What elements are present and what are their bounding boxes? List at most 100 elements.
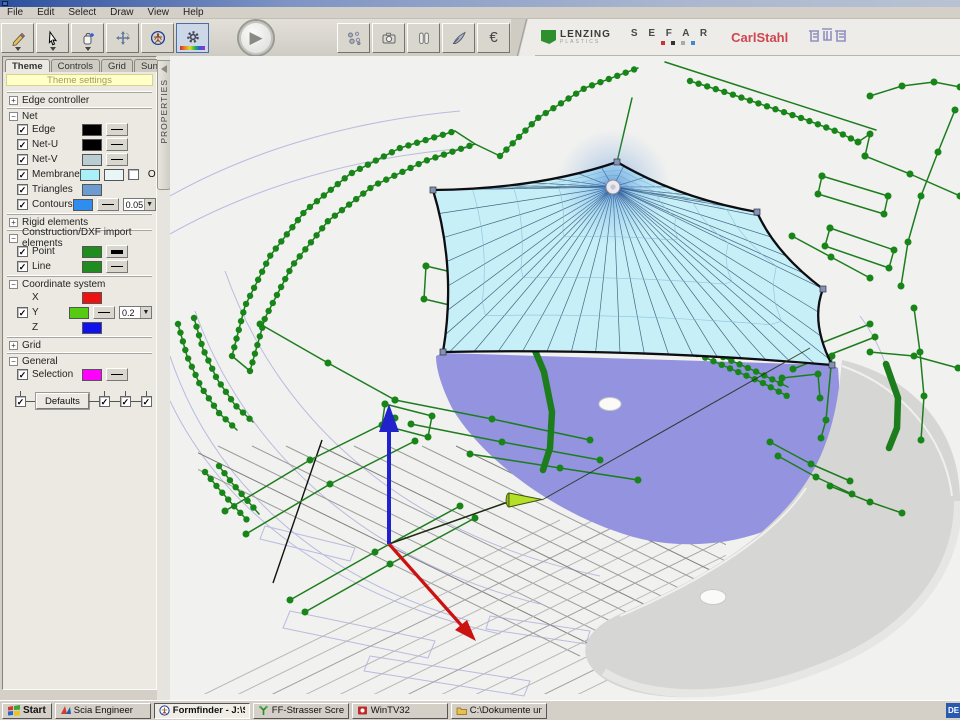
toolbar-slant-divider <box>511 19 535 56</box>
checkbox[interactable]: ✓ <box>141 396 152 407</box>
row-label: Z <box>32 322 82 333</box>
dropdown-arrow-icon[interactable] <box>85 47 91 51</box>
tab-controls[interactable]: Controls <box>51 59 100 72</box>
row-label: Net-U <box>32 139 82 150</box>
start-button[interactable]: Start <box>2 703 52 719</box>
color-swatch[interactable] <box>82 184 102 196</box>
dropdown-arrow-icon[interactable] <box>15 47 21 51</box>
select-tool-button[interactable] <box>36 23 69 53</box>
points-tool-button[interactable] <box>337 23 370 53</box>
line-style-button[interactable] <box>106 153 128 166</box>
color-swatch[interactable] <box>82 369 102 381</box>
checkbox[interactable]: ✓ <box>17 184 28 195</box>
task-wintv[interactable]: WinTV32 <box>352 703 448 719</box>
play-button[interactable]: ▶ <box>237 19 275 57</box>
expander-icon[interactable]: + <box>9 341 18 350</box>
line-style-button[interactable] <box>106 368 128 381</box>
row-label: Membrane <box>32 169 80 180</box>
line-style-button[interactable] <box>106 138 128 151</box>
expander-icon[interactable]: − <box>9 357 18 366</box>
color-swatch[interactable] <box>82 322 102 334</box>
color-swatch[interactable] <box>80 169 100 181</box>
section-construction-dxf-import-elements[interactable]: −Construction/DXF import elements <box>7 230 152 244</box>
human-scale-tool-button[interactable] <box>141 23 174 53</box>
line-style-button[interactable] <box>97 198 119 211</box>
sefar-squares <box>661 41 695 45</box>
checkbox[interactable]: ✓ <box>17 124 28 135</box>
section-edge-controller[interactable]: +Edge controller <box>7 92 152 106</box>
color-swatch[interactable] <box>82 139 102 151</box>
color-swatch[interactable] <box>82 154 102 166</box>
fill-tool-button[interactable] <box>71 23 104 53</box>
checkbox[interactable]: ✓ <box>99 396 110 407</box>
color-swatch[interactable] <box>82 246 102 258</box>
menu-item-select[interactable]: Select <box>61 7 103 18</box>
color-swatch[interactable] <box>73 199 93 211</box>
properties-collapsed-tab[interactable]: PROPERTIES <box>157 60 171 190</box>
line-style-button[interactable] <box>106 245 128 258</box>
snapshot-tool-button[interactable] <box>372 23 405 53</box>
menu-item-draw[interactable]: Draw <box>103 7 140 18</box>
section-coordinate-system[interactable]: −Coordinate system <box>7 276 152 290</box>
color-swatch[interactable] <box>82 292 102 304</box>
task-scia[interactable]: Scia Engineer <box>55 703 151 719</box>
line-style-button[interactable] <box>106 260 128 273</box>
defaults-button[interactable]: Defaults <box>36 393 89 409</box>
line-style-button[interactable] <box>106 123 128 136</box>
line-style-button[interactable] <box>93 306 115 319</box>
cost-tool-button[interactable]: € <box>477 23 510 53</box>
dropdown-arrow-icon[interactable] <box>50 47 56 51</box>
checkbox[interactable]: ✓ <box>17 307 28 318</box>
section-rigid-elements[interactable]: +Rigid elements <box>7 214 152 228</box>
columns-tool-button[interactable] <box>407 23 440 53</box>
row-label: Y <box>32 307 69 318</box>
tab-grid[interactable]: Grid <box>101 59 133 72</box>
value-dropdown[interactable]: 0.2▼ <box>119 306 152 319</box>
section-net[interactable]: −Net <box>7 108 152 122</box>
color-swatch-secondary[interactable] <box>104 169 124 181</box>
color-swatch[interactable] <box>82 261 102 273</box>
task-folder[interactable]: C:\Dokumente und Einst... <box>451 703 547 719</box>
checkbox[interactable]: ✓ <box>17 169 28 180</box>
color-swatch[interactable] <box>69 307 89 319</box>
checkbox[interactable]: ✓ <box>17 261 28 272</box>
color-swatch[interactable] <box>82 124 102 136</box>
sketch-tool-button[interactable] <box>442 23 475 53</box>
app-window: FileEditSelectDrawViewHelp ▶ € LENZING P… <box>0 0 960 720</box>
pencil-tool-button[interactable] <box>1 23 34 53</box>
brand-logo-strip: LENZING PLASTICS S E F A R CarlStahl <box>535 19 960 56</box>
task-formfinder[interactable]: Formfinder - J:\Seaga... <box>154 703 250 719</box>
section-general[interactable]: −General <box>7 353 152 367</box>
value-dropdown[interactable]: 0.05▼ <box>123 198 156 211</box>
checkbox[interactable]: ✓ <box>17 154 28 165</box>
checkbox[interactable]: ✓ <box>15 396 26 407</box>
menu-item-help[interactable]: Help <box>176 7 211 18</box>
menu-item-edit[interactable]: Edit <box>30 7 61 18</box>
menu-item-file[interactable]: File <box>0 7 30 18</box>
checkbox[interactable]: ✓ <box>17 246 28 257</box>
section-grid[interactable]: +Grid <box>7 337 152 351</box>
brand-mark-4-logo <box>808 27 848 48</box>
task-ff-strasser[interactable]: FF-Strasser Screenshot2... <box>253 703 349 719</box>
checkbox[interactable]: ✓ <box>17 139 28 150</box>
checkbox[interactable]: ✓ <box>17 199 28 210</box>
task-label: Formfinder - J:\Seaga... <box>173 705 245 716</box>
tab-theme[interactable]: Theme <box>5 59 50 72</box>
expander-icon[interactable]: − <box>9 112 18 121</box>
viewport-3d-scene[interactable] <box>170 56 960 700</box>
language-indicator[interactable]: DE <box>946 703 960 718</box>
checkbox[interactable]: ✓ <box>17 369 28 380</box>
checkbox[interactable]: ✓ <box>120 396 131 407</box>
fill-tool-icon <box>80 30 96 46</box>
row-contours: ✓Contours0.05▼ <box>7 197 152 212</box>
expander-icon[interactable]: − <box>9 234 18 243</box>
transform-tool-button[interactable] <box>106 23 139 53</box>
menu-item-view[interactable]: View <box>141 7 177 18</box>
expander-icon[interactable]: + <box>9 218 18 227</box>
expander-icon[interactable]: + <box>9 96 18 105</box>
expander-icon[interactable]: − <box>9 280 18 289</box>
theme-settings-tool-button[interactable] <box>176 23 209 53</box>
row-label: X <box>32 292 82 303</box>
checkbox[interactable] <box>128 169 139 180</box>
title-bar[interactable] <box>0 0 960 7</box>
